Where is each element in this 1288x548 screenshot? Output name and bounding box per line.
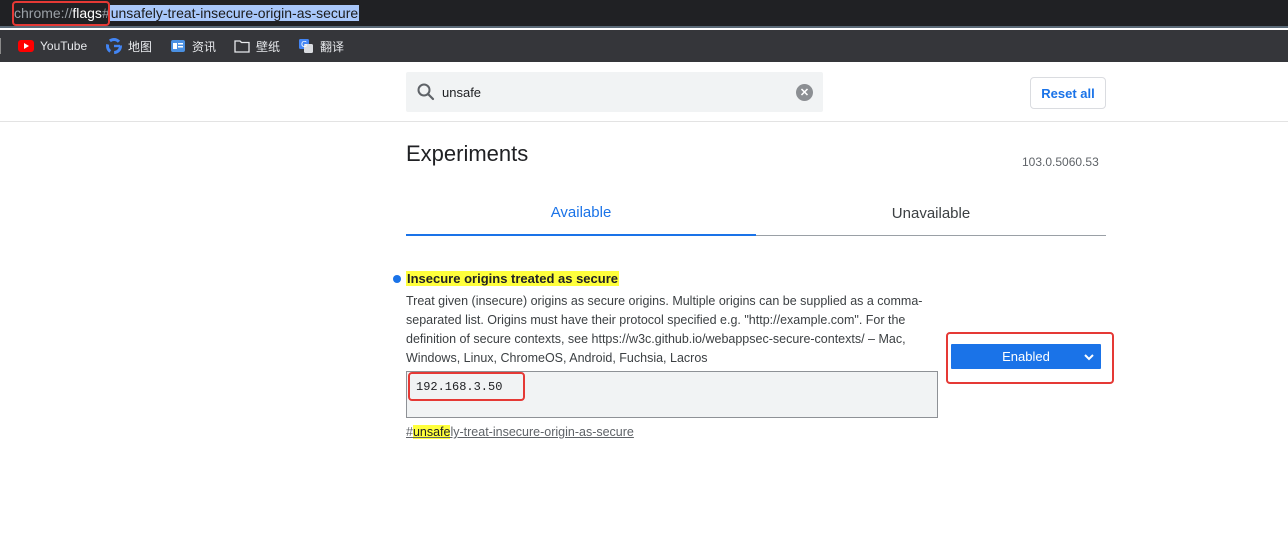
search-input[interactable]	[442, 72, 782, 112]
url-fragment: unsafely-treat-insecure-origin-as-secure	[109, 5, 360, 21]
tab-bar: Available Unavailable	[406, 190, 1106, 236]
experiment-description: Treat given (insecure) origins as secure…	[406, 294, 923, 365]
annotation-box-url	[12, 1, 110, 26]
bookmark-label: 翻译	[320, 39, 345, 54]
bookmark-label: YouTube	[40, 39, 88, 53]
svg-text:G: G	[301, 40, 307, 49]
chrome-version: 103.0.5060.53	[1022, 155, 1099, 169]
flags-header: ✕ Reset all	[0, 62, 1288, 122]
google-icon	[106, 38, 122, 54]
link-hash: #	[406, 425, 413, 439]
experiment-title: Insecure origins treated as secure	[406, 271, 619, 286]
bookmark-label: 地图	[128, 39, 153, 54]
bookmarks-bar: YouTube 地图 资讯 壁纸 G 翻译	[0, 30, 1288, 62]
bookmarks-divider	[0, 38, 1, 54]
youtube-icon	[18, 38, 34, 54]
annotation-box-select	[946, 332, 1114, 384]
bookmark-youtube[interactable]: YouTube	[18, 37, 87, 55]
translate-icon: G	[298, 38, 314, 54]
link-rest: ly-treat-insecure-origin-as-secure	[450, 425, 634, 439]
bookmark-wallpaper[interactable]: 壁纸	[234, 37, 280, 55]
search-icon	[416, 82, 436, 102]
bookmark-label: 资讯	[192, 39, 217, 54]
folder-icon	[234, 38, 250, 54]
clear-search-icon[interactable]: ✕	[796, 84, 813, 101]
news-icon	[170, 38, 186, 54]
tab-available[interactable]: Available	[406, 190, 756, 236]
tab-unavailable[interactable]: Unavailable	[756, 190, 1106, 236]
bookmark-news[interactable]: 资讯	[170, 37, 216, 55]
bookmark-translate[interactable]: G 翻译	[298, 37, 344, 55]
annotation-box-origins	[408, 372, 525, 401]
search-box[interactable]: ✕	[406, 72, 823, 112]
modified-indicator-dot	[393, 275, 401, 283]
reset-all-button[interactable]: Reset all	[1030, 77, 1106, 109]
bookmark-map[interactable]: 地图	[106, 37, 152, 55]
address-bar[interactable]: chrome://flags#unsafely-treat-insecure-o…	[0, 0, 1288, 28]
bookmark-label: 壁纸	[256, 39, 281, 54]
page-title: Experiments	[406, 141, 529, 166]
link-highlight: unsafe	[412, 425, 451, 439]
experiment-permalink[interactable]: #unsafely-treat-insecure-origin-as-secur…	[406, 425, 634, 439]
